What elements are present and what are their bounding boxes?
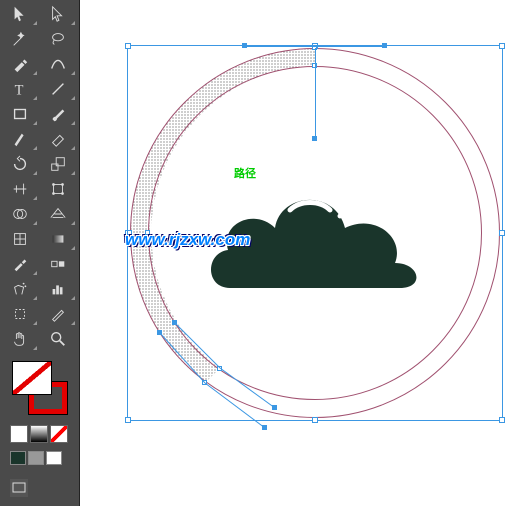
eraser-tool[interactable] (40, 127, 76, 151)
bbox-handle[interactable] (312, 417, 318, 423)
paintbrush-tool[interactable] (40, 102, 76, 126)
swatch-2[interactable] (28, 451, 44, 465)
perspective-grid-tool[interactable] (40, 202, 76, 226)
slice-tool[interactable] (40, 302, 76, 326)
control-handle-line (245, 46, 385, 47)
swatch-row (4, 449, 75, 467)
control-handle[interactable] (262, 425, 267, 430)
selection-tool[interactable] (2, 2, 38, 26)
fill-color[interactable] (12, 361, 52, 395)
color-controls (0, 353, 79, 503)
gradient-tool[interactable] (40, 227, 76, 251)
mesh-tool[interactable] (2, 227, 38, 251)
tool-grid: T (0, 0, 79, 353)
screen-mode-icon[interactable] (10, 479, 28, 497)
blend-tool[interactable] (40, 252, 76, 276)
hand-tool[interactable] (2, 327, 38, 351)
rotate-tool[interactable] (2, 152, 38, 176)
artwork (130, 48, 500, 418)
curvature-tool[interactable] (40, 52, 76, 76)
line-segment-tool[interactable] (40, 77, 76, 101)
control-handle[interactable] (242, 43, 247, 48)
eyedropper-tool[interactable] (2, 252, 38, 276)
control-handle[interactable] (382, 43, 387, 48)
color-mode-icon[interactable] (10, 425, 28, 443)
bbox-handle[interactable] (499, 417, 505, 423)
anchor-point[interactable] (127, 230, 132, 235)
artboard-tool[interactable] (2, 302, 38, 326)
direct-selection-tool[interactable] (40, 2, 76, 26)
free-transform-tool[interactable] (40, 177, 76, 201)
anchor-point[interactable] (145, 230, 150, 235)
bbox-handle[interactable] (125, 417, 131, 423)
swatch-3[interactable] (46, 451, 62, 465)
magic-wand-tool[interactable] (2, 27, 38, 51)
pen-tool[interactable] (2, 52, 38, 76)
rectangle-tool[interactable] (2, 102, 38, 126)
column-graph-tool[interactable] (40, 277, 76, 301)
tools-panel: T (0, 0, 80, 506)
gradient-mode-icon[interactable] (30, 425, 48, 443)
shape-builder-tool[interactable] (2, 202, 38, 226)
anchor-point[interactable] (217, 366, 222, 371)
type-tool[interactable]: T (2, 77, 38, 101)
zoom-tool[interactable] (40, 327, 76, 351)
lasso-tool[interactable] (40, 27, 76, 51)
scale-tool[interactable] (40, 152, 76, 176)
svg-text:T: T (15, 82, 24, 98)
bbox-handle[interactable] (125, 43, 131, 49)
control-handle[interactable] (172, 320, 177, 325)
shaper-tool[interactable] (2, 127, 38, 151)
bbox-handle[interactable] (499, 43, 505, 49)
anchor-point[interactable] (202, 380, 207, 385)
swatch-1[interactable] (10, 451, 26, 465)
symbol-sprayer-tool[interactable] (2, 277, 38, 301)
width-tool[interactable] (2, 177, 38, 201)
bbox-handle[interactable] (499, 230, 505, 236)
none-mode-icon[interactable] (50, 425, 68, 443)
control-handle-line (315, 48, 316, 138)
control-handle[interactable] (312, 136, 317, 141)
control-handle[interactable] (272, 405, 277, 410)
control-handle[interactable] (157, 330, 162, 335)
canvas-area[interactable]: 路径 www.rjzxw.com (80, 0, 515, 506)
fill-stroke-indicator[interactable] (8, 361, 72, 415)
